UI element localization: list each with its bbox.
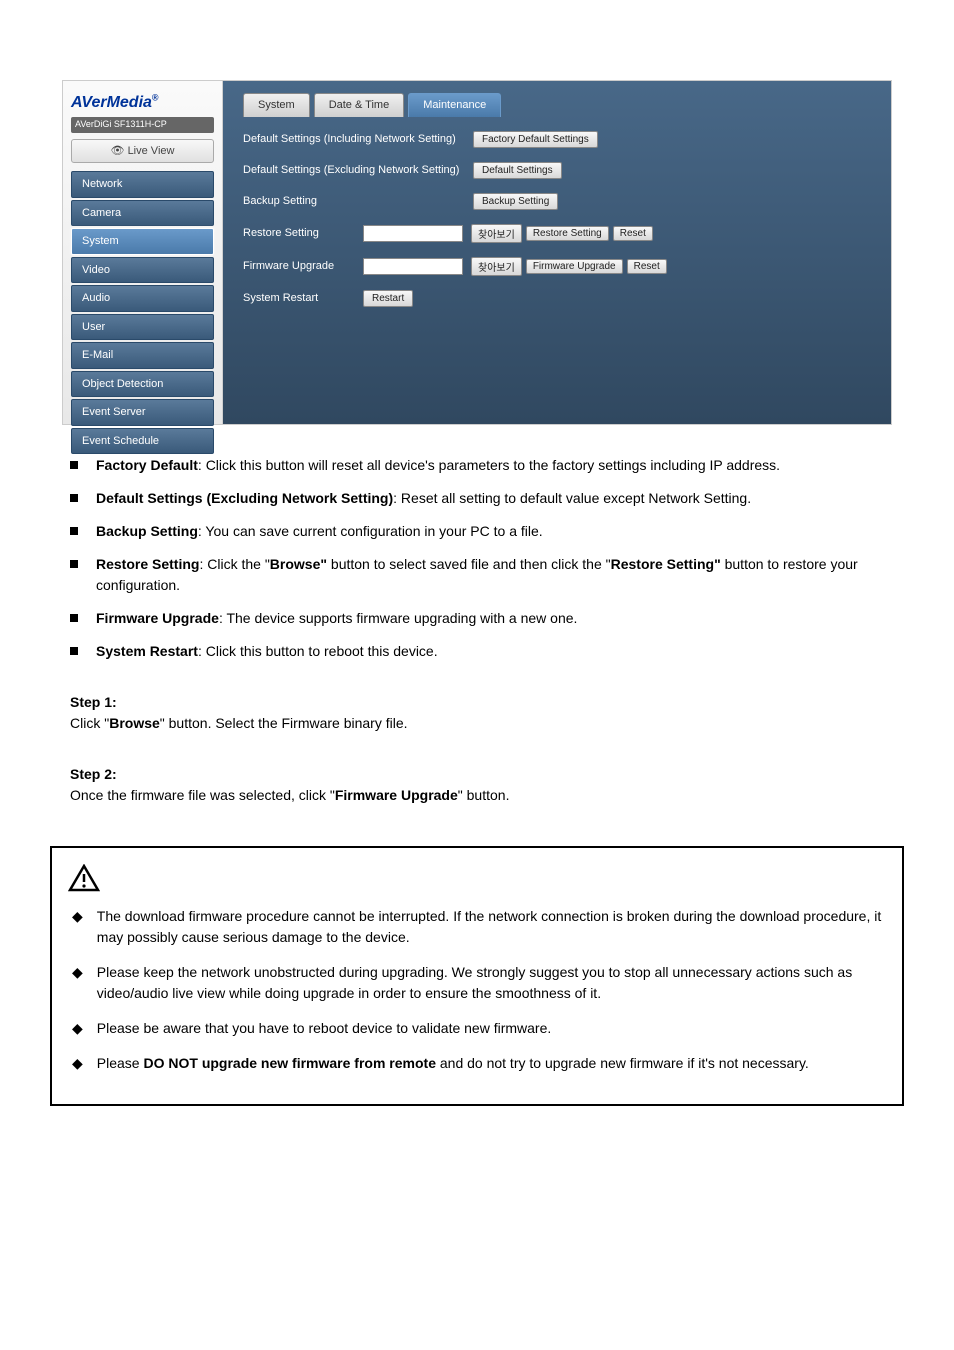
diamond-icon: ◆: [72, 1018, 83, 1039]
bullet-text: System Restart: Click this button to reb…: [96, 641, 904, 662]
label-backup: Backup Setting: [243, 193, 473, 210]
steps-section: Step 1: Click "Browse" button. Select th…: [50, 692, 904, 806]
row-restore: Restore Setting 찾아보기 Restore Setting Res…: [243, 224, 871, 243]
row-backup: Backup Setting Backup Setting: [243, 193, 871, 210]
screenshot-panel: AVerMedia® AVerDiGi SF1311H-CP 👁 Live Vi…: [62, 80, 892, 425]
default-settings-button[interactable]: Default Settings: [473, 162, 562, 179]
list-item: System Restart: Click this button to reb…: [70, 641, 904, 662]
restore-button[interactable]: Restore Setting: [526, 226, 609, 241]
caution-text: Please be aware that you have to reboot …: [97, 1018, 886, 1039]
sidebar-item-network[interactable]: Network: [71, 171, 214, 198]
restart-button[interactable]: Restart: [363, 290, 413, 307]
label-default-settings: Default Settings (Excluding Network Sett…: [243, 162, 473, 179]
sidebar-item-video[interactable]: Video: [71, 257, 214, 284]
label-restart: System Restart: [243, 290, 363, 307]
sidebar-item-object-detection[interactable]: Object Detection: [71, 371, 214, 398]
bullet-text: Backup Setting: You can save current con…: [96, 521, 904, 542]
label-factory-default: Default Settings (Including Network Sett…: [243, 131, 473, 148]
caution-item: ◆ Please keep the network unobstructed d…: [68, 962, 886, 1004]
factory-default-button[interactable]: Factory Default Settings: [473, 131, 598, 148]
bullet-text: Default Settings (Excluding Network Sett…: [96, 488, 904, 509]
diamond-icon: ◆: [72, 906, 83, 948]
caution-item: ◆ Please DO NOT upgrade new firmware fro…: [68, 1053, 886, 1074]
bullet-list: Factory Default: Click this button will …: [50, 455, 904, 662]
sidebar: AVerMedia® AVerDiGi SF1311H-CP 👁 Live Vi…: [63, 81, 223, 424]
row-default-settings: Default Settings (Excluding Network Sett…: [243, 162, 871, 179]
firmware-upgrade-button[interactable]: Firmware Upgrade: [526, 259, 623, 274]
list-item: Restore Setting: Click the "Browse" butt…: [70, 554, 904, 596]
firmware-file-input[interactable]: [363, 258, 463, 275]
step-label: Step 1:: [70, 692, 904, 713]
sidebar-item-event-schedule[interactable]: Event Schedule: [71, 428, 214, 455]
caution-icon: [68, 864, 100, 898]
sidebar-item-system[interactable]: System: [71, 228, 214, 255]
logo: AVerMedia®: [71, 91, 214, 115]
sidebar-item-user[interactable]: User: [71, 314, 214, 341]
row-restart: System Restart Restart: [243, 290, 871, 307]
tab-maintenance[interactable]: Maintenance: [408, 93, 501, 117]
tab-system[interactable]: System: [243, 93, 310, 117]
list-item: Default Settings (Excluding Network Sett…: [70, 488, 904, 509]
restore-browse-button[interactable]: 찾아보기: [471, 224, 522, 243]
caution-text: The download firmware procedure cannot b…: [97, 906, 886, 948]
caution-text: Please keep the network unobstructed dur…: [97, 962, 886, 1004]
step-text: Once the firmware file was selected, cli…: [70, 785, 904, 806]
sidebar-item-event-server[interactable]: Event Server: [71, 399, 214, 426]
firmware-reset-button[interactable]: Reset: [627, 259, 667, 274]
bullet-text: Factory Default: Click this button will …: [96, 455, 904, 476]
label-restore: Restore Setting: [243, 225, 363, 242]
backup-button[interactable]: Backup Setting: [473, 193, 558, 210]
sidebar-item-audio[interactable]: Audio: [71, 285, 214, 312]
caution-box: ◆ The download firmware procedure cannot…: [50, 846, 904, 1106]
step-label: Step 2:: [70, 764, 904, 785]
step-1: Step 1: Click "Browse" button. Select th…: [70, 692, 904, 734]
main-panel: SystemDate & TimeMaintenance Default Set…: [223, 81, 891, 424]
restore-reset-button[interactable]: Reset: [613, 226, 653, 241]
caution-item: ◆ The download firmware procedure cannot…: [68, 906, 886, 948]
bullet-text: Firmware Upgrade: The device supports fi…: [96, 608, 904, 629]
tabs-row: SystemDate & TimeMaintenance: [243, 93, 871, 117]
live-view-button[interactable]: 👁 Live View: [71, 139, 214, 164]
list-item: Backup Setting: You can save current con…: [70, 521, 904, 542]
bullet-icon: [70, 647, 78, 655]
list-item: Factory Default: Click this button will …: [70, 455, 904, 476]
logo-subtitle: AVerDiGi SF1311H-CP: [71, 117, 214, 133]
bullet-icon: [70, 494, 78, 502]
firmware-browse-button[interactable]: 찾아보기: [471, 257, 522, 276]
row-firmware: Firmware Upgrade 찾아보기 Firmware Upgrade R…: [243, 257, 871, 276]
tab-date-time[interactable]: Date & Time: [314, 93, 405, 117]
diamond-icon: ◆: [72, 1053, 83, 1074]
bullet-icon: [70, 614, 78, 622]
row-factory-default: Default Settings (Including Network Sett…: [243, 131, 871, 148]
restore-file-input[interactable]: [363, 225, 463, 242]
bullet-text: Restore Setting: Click the "Browse" butt…: [96, 554, 904, 596]
list-item: Firmware Upgrade: The device supports fi…: [70, 608, 904, 629]
diamond-icon: ◆: [72, 962, 83, 1004]
step-2: Step 2: Once the firmware file was selec…: [70, 764, 904, 806]
bullet-icon: [70, 560, 78, 568]
caution-item: ◆ Please be aware that you have to reboo…: [68, 1018, 886, 1039]
label-firmware: Firmware Upgrade: [243, 258, 363, 275]
sidebar-item-camera[interactable]: Camera: [71, 200, 214, 227]
caution-text: Please DO NOT upgrade new firmware from …: [97, 1053, 886, 1074]
bullet-icon: [70, 461, 78, 469]
bullet-icon: [70, 527, 78, 535]
sidebar-item-e-mail[interactable]: E-Mail: [71, 342, 214, 369]
step-text: Click "Browse" button. Select the Firmwa…: [70, 713, 904, 734]
